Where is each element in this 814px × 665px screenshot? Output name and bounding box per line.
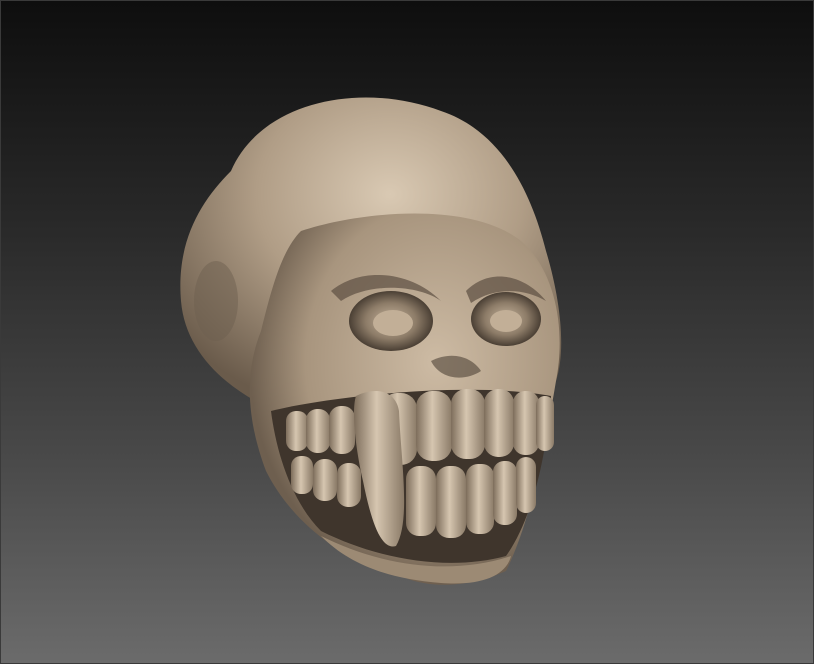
skull-model [180,97,562,585]
3d-viewport[interactable] [0,0,814,664]
